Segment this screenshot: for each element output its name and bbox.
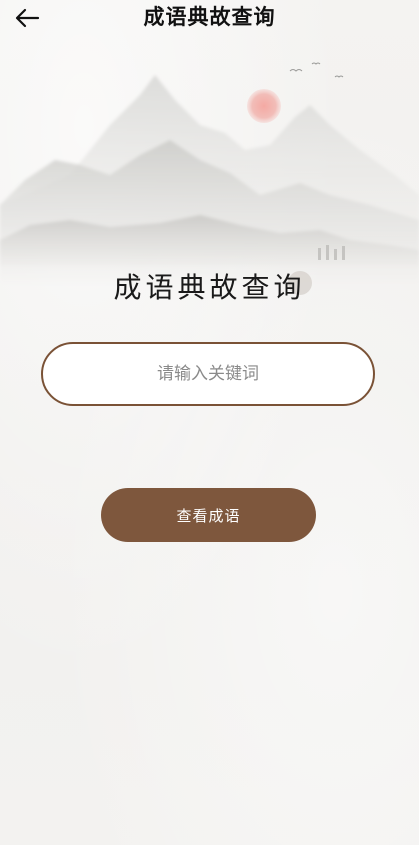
view-idiom-button-label: 查看成语 bbox=[176, 506, 241, 525]
red-sun-icon bbox=[247, 89, 281, 123]
header-bar: 成语典故查询 bbox=[0, 0, 419, 36]
view-idiom-button[interactable]: 查看成语 bbox=[101, 488, 316, 542]
search-box[interactable] bbox=[41, 342, 375, 406]
search-input[interactable] bbox=[66, 363, 350, 385]
birds-icon bbox=[289, 62, 344, 78]
hero-title: 成语典故查询 bbox=[113, 271, 306, 304]
page-title: 成语典故查询 bbox=[143, 5, 276, 29]
